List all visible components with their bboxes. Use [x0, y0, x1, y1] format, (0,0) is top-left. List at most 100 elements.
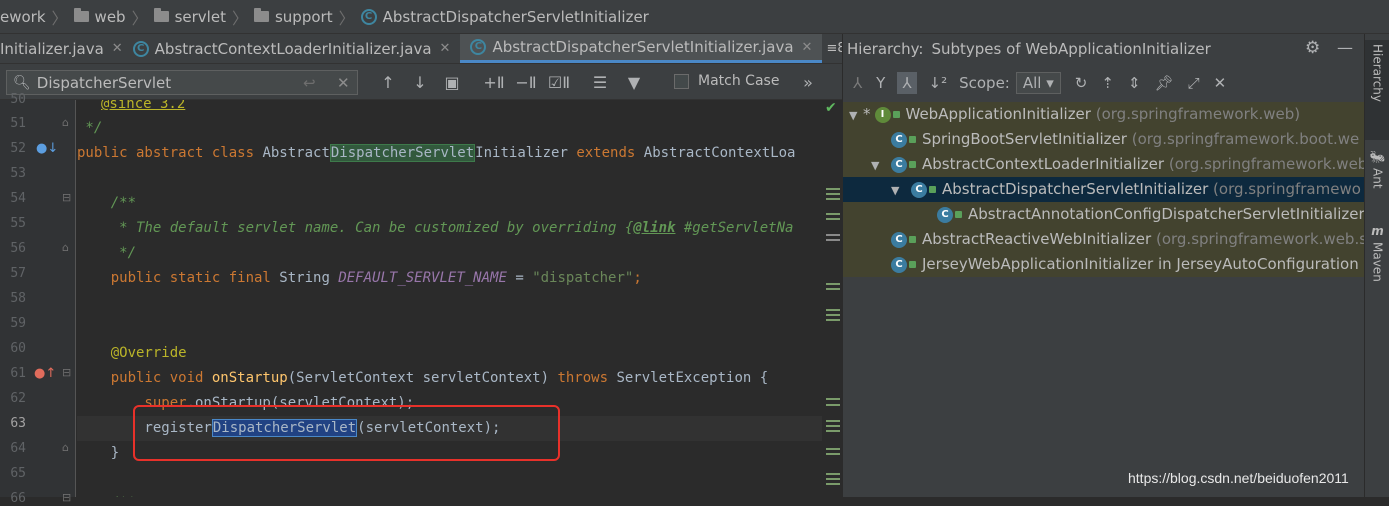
tab-initializer[interactable]: Initializer.java ✕	[0, 34, 133, 63]
collapse-all-icon[interactable]: ⇕	[1128, 74, 1141, 92]
tree-node[interactable]: ▼ C AbstractContextLoaderInitializer (org.…	[843, 152, 1367, 177]
refresh-icon[interactable]: ↻	[1075, 74, 1088, 92]
tab-overflow-button[interactable]: ≡8	[826, 34, 842, 63]
add-occurrence-icon[interactable]: +Ⅱ	[483, 72, 505, 92]
code-line-54: /**	[77, 195, 137, 211]
tree-node[interactable]: C JerseyWebApplicationInitializer in Jers…	[843, 252, 1365, 277]
hierarchy-panel: Hierarchy: Subtypes of WebApplicationIni…	[842, 34, 1367, 497]
match-case-checkbox[interactable]	[674, 74, 689, 89]
interface-icon: I	[874, 106, 891, 123]
folder-icon	[253, 8, 269, 22]
gear-icon[interactable]: ⚙	[1305, 38, 1320, 58]
sort-icon[interactable]: ↓²	[929, 74, 948, 92]
newline-icon[interactable]: ↩	[303, 74, 316, 92]
next-occurrence-icon[interactable]: ↓	[410, 72, 430, 92]
line-number: 53	[10, 166, 26, 181]
class-icon: C	[891, 256, 907, 273]
close-icon[interactable]: ✕	[112, 41, 123, 56]
overrides-icon[interactable]: ●↑	[34, 366, 56, 381]
search-input[interactable]: 🔍︎ DispatcherServlet ↩ ✕	[6, 70, 358, 95]
public-icon	[892, 111, 900, 118]
tab-abstract-context-loader[interactable]: C AbstractContextLoaderInitializer.java ✕	[132, 34, 461, 63]
fold-icon[interactable]: ⌂	[62, 241, 69, 254]
public-icon	[955, 211, 962, 218]
breadcrumb: ework 〉 web 〉 servlet 〉 support 〉 C AbstractD…	[0, 0, 1389, 34]
select-all-icon[interactable]: ▣	[442, 72, 462, 92]
more-options-icon[interactable]: »	[800, 72, 816, 92]
breadcrumb-item[interactable]: ework 〉	[0, 5, 74, 29]
breadcrumb-item[interactable]: servlet 〉	[153, 5, 254, 29]
close-icon[interactable]: ✕	[1214, 74, 1227, 92]
public-icon	[929, 186, 936, 193]
select-all-occurrences-icon[interactable]: ☑Ⅱ	[548, 72, 570, 92]
code-line-64: }	[77, 445, 120, 461]
line-number: 62	[10, 391, 26, 406]
type-hierarchy-icon[interactable]: Y	[876, 74, 885, 92]
subtypes-icon[interactable]: ⅄	[897, 72, 917, 94]
class-icon: C	[470, 39, 487, 55]
line-number: 51	[10, 116, 26, 131]
filter-icon[interactable]: ▼	[624, 72, 644, 92]
public-icon	[909, 261, 916, 268]
side-tab-maven[interactable]: m Maven	[1365, 220, 1389, 300]
breadcrumb-item[interactable]: support 〉	[253, 5, 361, 29]
line-number: 63	[10, 416, 26, 431]
line-number: 66	[10, 491, 26, 506]
fold-icon[interactable]: ⌂	[62, 441, 69, 454]
minimize-icon[interactable]: —	[1337, 38, 1353, 57]
remove-occurrence-icon[interactable]: −Ⅱ	[515, 72, 537, 92]
code-line-51: */	[77, 120, 103, 136]
tree-node-selected[interactable]: ▼ C AbstractDispatcherServletInitializer (…	[843, 177, 1365, 202]
error-stripe[interactable]: ✔	[822, 100, 842, 497]
tab-abstract-dispatcher[interactable]: C AbstractDispatcherServletInitializer.ja…	[460, 34, 823, 63]
highlight-box	[133, 405, 560, 461]
class-icon: C	[937, 206, 953, 223]
implemented-icon[interactable]: ●↓	[36, 141, 58, 156]
filter-lines-icon[interactable]: ☰	[590, 72, 610, 92]
search-value: DispatcherServlet	[36, 73, 172, 92]
public-icon	[909, 161, 916, 168]
folder-icon	[153, 8, 169, 22]
close-icon[interactable]: ✕	[802, 40, 813, 55]
export-icon[interactable]: ⇡	[1101, 74, 1114, 92]
editor-tabs: Initializer.java ✕ C AbstractContextLoader…	[0, 34, 842, 64]
code-line-50: @since 3.2	[101, 100, 186, 112]
tree-node[interactable]: C SpringBootServletInitializer (org.sprin…	[843, 127, 1365, 152]
hierarchy-tree[interactable]: ▼ * I WebApplicationInitializer (org.spring…	[843, 102, 1367, 497]
scope-dropdown[interactable]: All ▾	[1015, 72, 1061, 94]
public-icon	[909, 136, 916, 143]
fold-icon[interactable]: ⊟	[62, 366, 71, 379]
tree-node[interactable]: C AbstractAnnotationConfigDispatcherServl…	[843, 202, 1365, 227]
code-line-55: * The default servlet name. Can be custo…	[77, 220, 794, 236]
class-icon: C	[891, 131, 907, 148]
fold-icon[interactable]: ⊟	[62, 491, 71, 504]
hierarchy-subtitle: Subtypes of WebApplicationInitializer	[931, 40, 1211, 58]
breadcrumb-item[interactable]: web 〉	[73, 5, 154, 29]
line-number: 60	[10, 341, 26, 356]
line-number: 54	[10, 191, 26, 206]
side-tab-hierarchy[interactable]: Hierarchy	[1365, 40, 1389, 140]
find-bar: 🔍︎ DispatcherServlet ↩ ✕ ↑ ↓ ▣ +Ⅱ −Ⅱ ☑Ⅱ …	[0, 64, 842, 100]
code-line-56: */	[77, 245, 137, 261]
prev-occurrence-icon[interactable]: ↑	[378, 72, 398, 92]
pin-icon[interactable]: 📌︎	[1155, 74, 1174, 92]
ant-icon: 🐜︎	[1369, 150, 1386, 164]
supertypes-icon[interactable]: ⅄	[853, 74, 862, 92]
fold-icon[interactable]: ⌂	[62, 116, 69, 129]
tree-node[interactable]: C AbstractReactiveWebInitializer (org.spr…	[843, 227, 1367, 252]
maven-icon: m	[1371, 224, 1384, 238]
line-number: 55	[10, 216, 26, 231]
tool-window-strip: Hierarchy 🐜︎ Ant m Maven	[1364, 34, 1389, 497]
close-icon[interactable]: ✕	[440, 41, 451, 56]
class-icon: C	[132, 40, 149, 57]
side-tab-ant[interactable]: 🐜︎ Ant	[1365, 146, 1389, 216]
scope-label: Scope:	[959, 74, 1010, 92]
class-icon: C	[911, 181, 927, 198]
code-line-61: public void onStartup(ServletContext ser…	[77, 370, 769, 386]
open-in-window-icon[interactable]: ⤢	[1188, 74, 1200, 92]
tree-node[interactable]: ▼ * I WebApplicationInitializer (org.spring…	[843, 102, 1365, 127]
breadcrumb-item[interactable]: C AbstractDispatcherServletInitializer	[360, 8, 649, 26]
clear-icon[interactable]: ✕	[337, 74, 350, 92]
check-icon: ✔	[825, 100, 837, 116]
fold-icon[interactable]: ⊟	[62, 191, 71, 204]
